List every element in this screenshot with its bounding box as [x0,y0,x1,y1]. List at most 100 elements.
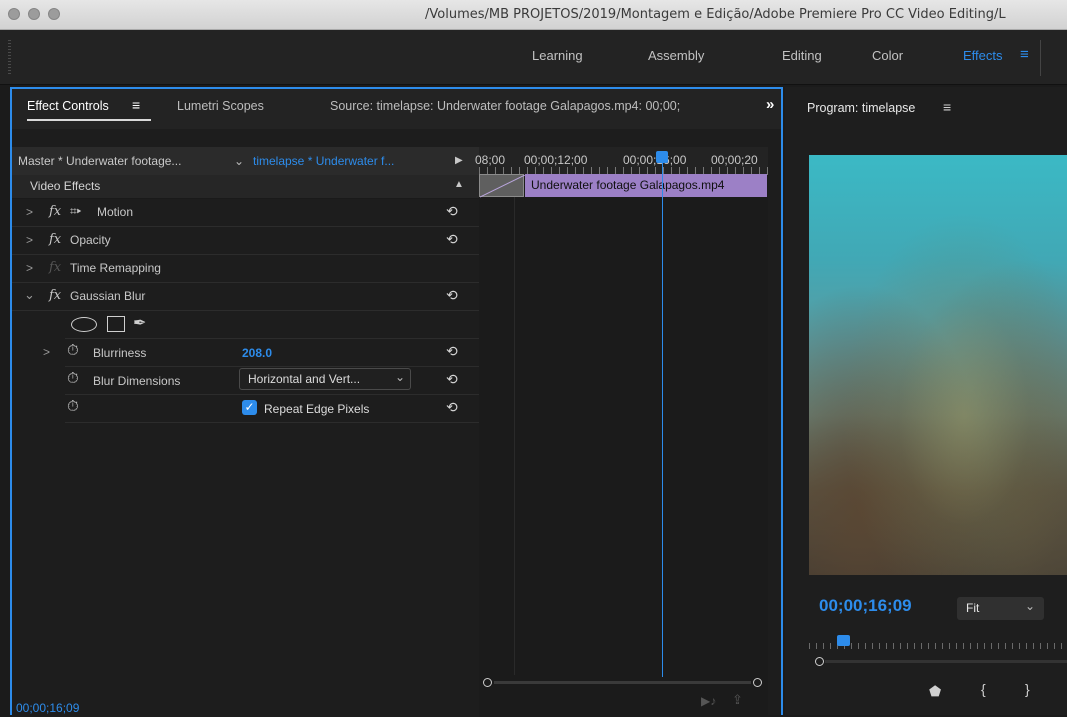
zoom-scroll-handle[interactable] [815,657,824,666]
reset-icon[interactable]: ⟲ [446,371,458,388]
reset-icon[interactable]: ⟲ [446,203,458,220]
playhead-line[interactable] [662,157,663,677]
chevron-down-icon[interactable]: ⌄ [395,370,405,384]
repeat-edge-checkbox[interactable]: ✓ [242,400,257,415]
blurriness-value[interactable]: 208.0 [242,346,272,360]
mark-in-icon[interactable]: { [981,681,986,697]
effect-controls-panel: Effect Controls ≡ Lumetri Scopes Source:… [10,87,783,717]
effect-row-time-remapping[interactable]: > fx Time Remapping [12,255,479,283]
zoom-window-button[interactable] [48,8,60,20]
video-effects-label: Video Effects [30,179,101,193]
play-only-audio-icon[interactable]: ▶♪ [701,694,716,708]
program-playhead-handle[interactable] [837,635,850,646]
ruler-label: 08;00 [475,153,506,167]
timeline-scrollbar[interactable] [479,675,768,691]
master-clip-label[interactable]: Master * Underwater footage... [18,154,181,168]
stopwatch-icon[interactable]: ⏱ [67,342,79,359]
active-tab-indicator [27,119,151,121]
fx-icon[interactable]: fx [49,288,61,303]
program-video-frame[interactable] [809,155,1067,575]
blur-dimensions-row: ⏱ Blur Dimensions Horizontal and Vert...… [65,367,479,395]
ellipse-mask-icon[interactable] [71,317,97,332]
blurriness-row: > ⏱ Blurriness 208.0 ⟲ [43,339,479,367]
tab-source[interactable]: Source: timelapse: Underwater footage Ga… [330,99,740,113]
blur-dimensions-value: Horizontal and Vert... [248,372,361,386]
repeat-edge-label: Repeat Edge Pixels [264,402,370,416]
playhead-handle[interactable] [656,151,668,163]
transform-icon[interactable]: ⌗▸ [70,204,81,219]
video-effects-header: Video Effects ▲ [12,175,479,199]
repeat-edge-row: ⏱ ✓ Repeat Edge Pixels ⟲ [65,395,479,423]
current-timecode[interactable]: 00;00;16;09 [16,701,79,715]
window-titlebar: /Volumes/MB PROJETOS/2019/Montagem e Edi… [0,0,1067,30]
effect-row-gaussian-blur[interactable]: ⌄ fx Gaussian Blur ⟲ [12,283,479,311]
mask-tools-row: ✒ [65,311,479,339]
fx-icon[interactable]: fx [49,232,61,247]
effect-name: Opacity [70,233,111,247]
chevron-down-icon[interactable]: ⌄ [1025,599,1035,613]
workspace-menu-icon[interactable]: ≡ [1020,46,1029,63]
export-icon[interactable]: ⇪ [732,692,743,708]
ruler-label: 00;00;20 [711,153,758,167]
mark-out-icon[interactable]: } [1025,681,1030,697]
effect-row-opacity[interactable]: > fx Opacity ⟲ [12,227,479,255]
fx-icon-disabled: fx [49,260,62,275]
window-title-path: /Volumes/MB PROJETOS/2019/Montagem e Edi… [425,7,1006,22]
reset-icon[interactable]: ⟲ [446,231,458,248]
chevron-down-icon[interactable]: ⌄ [24,287,35,303]
rectangle-mask-icon[interactable] [107,316,125,332]
stopwatch-icon[interactable]: ⏱ [67,370,79,387]
workspace-learning[interactable]: Learning [532,48,583,63]
timeline-clip[interactable]: Underwater footage Galapagos.mp4 [525,174,767,197]
chevron-right-icon[interactable]: > [43,345,50,359]
blur-dimensions-label: Blur Dimensions [93,374,181,388]
reset-icon[interactable]: ⟲ [446,343,458,360]
effect-list-pane: Master * Underwater footage... ⌄ timelap… [12,147,479,717]
chevron-right-icon[interactable]: > [26,261,33,275]
blurriness-label: Blurriness [93,346,147,360]
add-marker-icon[interactable]: ⬟ [929,683,941,700]
program-monitor-panel: Program: timelapse ≡ 00;00;16;09 Fit ⌄ ⬟… [785,87,1067,715]
reset-icon[interactable]: ⟲ [446,287,458,304]
collapse-up-icon[interactable]: ▲ [454,179,464,190]
workspace-editing[interactable]: Editing [782,48,822,63]
scroll-track[interactable] [494,681,751,684]
zoom-value: Fit [966,601,980,615]
workspace-color[interactable]: Color [872,48,903,63]
effect-name: Motion [97,205,134,219]
ruler-label: 00;00;12;00 [524,153,588,167]
ruler-label: 00;00;16;00 [623,153,687,167]
play-audio-icon[interactable]: ▶ [455,155,463,166]
effect-name: Time Remapping [70,261,161,275]
scroll-start-handle[interactable] [483,678,492,687]
program-timecode[interactable]: 00;00;16;09 [819,596,912,616]
program-title[interactable]: Program: timelapse [807,101,915,115]
effect-timeline-pane: 08;00 00;00;12;00 00;00;16;00 00;00;20 U… [475,147,768,717]
workspace-assembly[interactable]: Assembly [648,48,704,63]
chevron-right-icon[interactable]: > [26,205,33,219]
tab-effect-controls[interactable]: Effect Controls [27,99,109,113]
stopwatch-icon[interactable]: ⏱ [67,398,79,415]
clip-selector-bar: Master * Underwater footage... ⌄ timelap… [12,147,479,175]
zoom-scroll-track[interactable] [825,660,1067,663]
reset-icon[interactable]: ⟲ [446,399,458,416]
chevron-right-icon[interactable]: > [26,233,33,247]
minimize-window-button[interactable] [28,8,40,20]
scroll-end-handle[interactable] [753,678,762,687]
pen-mask-icon[interactable]: ✒ [133,313,146,333]
workspace-effects[interactable]: Effects [963,48,1003,63]
sequence-clip-label[interactable]: timelapse * Underwater f... [253,154,394,168]
gap-line [514,197,515,675]
panel-grip-handle[interactable] [8,40,11,74]
timeline-ruler[interactable]: 08;00 00;00;12;00 00;00;16;00 00;00;20 [475,147,768,175]
program-menu-icon[interactable]: ≡ [943,99,951,115]
workspace-divider [1040,40,1041,76]
effect-row-motion[interactable]: > fx ⌗▸ Motion ⟲ [12,199,479,227]
overflow-tabs-icon[interactable]: » [766,96,774,113]
effect-controls-menu-icon[interactable]: ≡ [132,97,140,113]
chevron-down-icon[interactable]: ⌄ [234,154,244,168]
close-window-button[interactable] [8,8,20,20]
fx-icon[interactable]: fx [49,204,61,219]
effect-name: Gaussian Blur [70,289,146,303]
tab-lumetri-scopes[interactable]: Lumetri Scopes [177,99,264,113]
